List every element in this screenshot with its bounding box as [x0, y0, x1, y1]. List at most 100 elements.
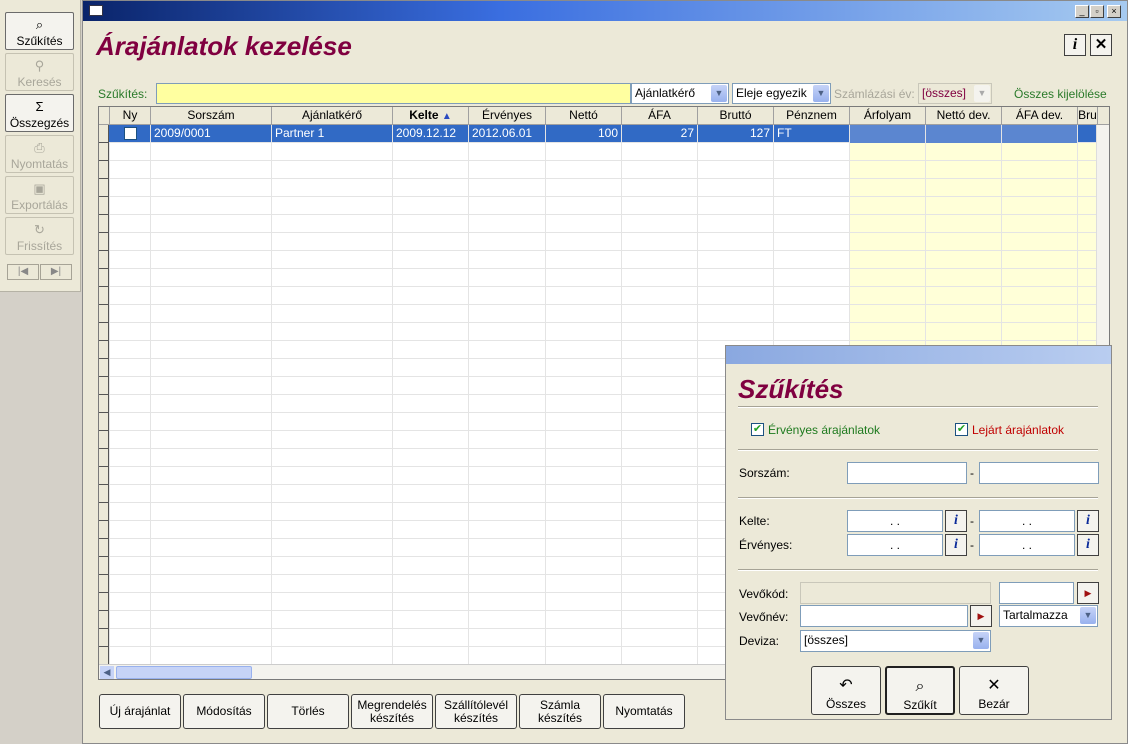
close-form-button[interactable]: ✕: [1090, 34, 1112, 56]
export-button[interactable]: ▣ Exportálás: [5, 176, 74, 214]
column-header[interactable]: Bruttó: [698, 107, 774, 125]
row-selector[interactable]: [99, 341, 109, 359]
row-selector[interactable]: [99, 125, 109, 143]
column-header[interactable]: Nettó dev.: [926, 107, 1002, 125]
customer-code-input[interactable]: [800, 582, 991, 604]
new-quote-button[interactable]: Új árajánlat: [99, 694, 181, 729]
row-selector[interactable]: [99, 269, 109, 287]
restore-button[interactable]: ▫: [1090, 5, 1104, 18]
currency-select[interactable]: [összes] ▼: [800, 630, 991, 652]
nav-first-button[interactable]: |◀: [7, 264, 39, 280]
column-header[interactable]: Ajánlatkérő: [272, 107, 393, 125]
print-button[interactable]: ⎙ Nyomtatás: [5, 135, 74, 173]
customer-name-lookup-button[interactable]: ▶: [970, 605, 992, 627]
refresh-button[interactable]: ↻ Frissítés: [5, 217, 74, 255]
row-selector[interactable]: [99, 431, 109, 449]
filter-field-select[interactable]: Ajánlatkérő ▼: [631, 83, 729, 104]
search-button[interactable]: ⚲ Keresés: [5, 53, 74, 91]
column-header[interactable]: ÁFA: [622, 107, 698, 125]
kelte-to-info-button[interactable]: i: [1077, 510, 1099, 532]
column-header[interactable]: Bru: [1078, 107, 1098, 125]
sorszam-from-input[interactable]: [847, 462, 967, 484]
column-header[interactable]: ÁFA dev.: [1002, 107, 1078, 125]
row-selector[interactable]: [99, 233, 109, 251]
customer-name-match-select[interactable]: Tartalmazza ▼: [999, 605, 1098, 627]
customer-code-lookup-button[interactable]: ▶: [1077, 582, 1099, 604]
row-selector[interactable]: [99, 323, 109, 341]
table-row[interactable]: 2009/0001 Partner 1 2009.12.12 2012.06.0…: [99, 125, 1096, 143]
row-selector[interactable]: [99, 161, 109, 179]
summary-button[interactable]: Σ Összegzés: [5, 94, 74, 132]
valid-quotes-checkbox[interactable]: ✔: [751, 423, 764, 436]
row-selector[interactable]: [99, 539, 109, 557]
ervenyes-to-info-button[interactable]: i: [1077, 534, 1099, 556]
scroll-left-icon[interactable]: ◀: [100, 666, 114, 679]
row-selector[interactable]: [99, 575, 109, 593]
customer-name-input[interactable]: [800, 605, 968, 627]
column-header-sorted[interactable]: Kelte ▲: [393, 107, 469, 125]
row-selector[interactable]: [99, 611, 109, 629]
create-order-button[interactable]: Megrendelés készítés: [351, 694, 433, 729]
ervenyes-from-input[interactable]: . .: [847, 534, 943, 556]
kelte-from-info-button[interactable]: i: [945, 510, 967, 532]
kelte-label: Kelte:: [739, 514, 770, 528]
row-selector[interactable]: [99, 467, 109, 485]
column-header[interactable]: Ny: [110, 107, 151, 125]
row-selector[interactable]: [99, 521, 109, 539]
kelte-from-input[interactable]: . .: [847, 510, 943, 532]
customer-code-lookup-input[interactable]: [999, 582, 1074, 604]
dialog-close-button[interactable]: ✕ Bezár: [959, 666, 1029, 715]
ervenyes-to-input[interactable]: . .: [979, 534, 1075, 556]
minimize-button[interactable]: _: [1075, 5, 1089, 18]
ervenyes-from-info-button[interactable]: i: [945, 534, 967, 556]
nav-last-button[interactable]: ▶|: [40, 264, 72, 280]
column-header[interactable]: Árfolyam: [850, 107, 926, 125]
window-close-button[interactable]: ×: [1107, 5, 1121, 18]
row-selector[interactable]: [99, 197, 109, 215]
apply-filter-button[interactable]: ⌕ Szűkít: [885, 666, 955, 715]
expired-quotes-checkbox[interactable]: ✔: [955, 423, 968, 436]
select-all-link[interactable]: Összes kijelölése: [1014, 87, 1107, 101]
grid-row-line: [99, 232, 1096, 233]
row-selector[interactable]: [99, 215, 109, 233]
create-delivery-note-button[interactable]: Szállítólevél készítés: [435, 694, 517, 729]
row-selector[interactable]: [99, 557, 109, 575]
row-selector[interactable]: [99, 305, 109, 323]
column-header[interactable]: Érvényes: [469, 107, 546, 125]
row-selector[interactable]: [99, 593, 109, 611]
column-header[interactable]: Pénznem: [774, 107, 850, 125]
filter-input[interactable]: [156, 83, 631, 104]
row-selector[interactable]: [99, 395, 109, 413]
sorszam-to-input[interactable]: [979, 462, 1099, 484]
row-selector[interactable]: [99, 251, 109, 269]
row-selector[interactable]: [99, 485, 109, 503]
modify-button[interactable]: Módosítás: [183, 694, 265, 729]
row-selector[interactable]: [99, 647, 109, 665]
row-selector[interactable]: [99, 179, 109, 197]
row-selector[interactable]: [99, 413, 109, 431]
row-selector[interactable]: [99, 359, 109, 377]
filter-button[interactable]: ⌕ Szűkítés: [5, 12, 74, 50]
column-header[interactable]: Sorszám: [151, 107, 272, 125]
create-invoice-button[interactable]: Számla készítés: [519, 694, 601, 729]
row-selector[interactable]: [99, 629, 109, 647]
billing-year-select[interactable]: [összes] ▼: [918, 83, 992, 104]
row-selector[interactable]: [99, 287, 109, 305]
scroll-thumb[interactable]: [116, 666, 252, 679]
dialog-titlebar[interactable]: [726, 346, 1111, 364]
column-header[interactable]: Nettó: [546, 107, 622, 125]
cell-ajanlatkero: Partner 1: [272, 125, 393, 143]
row-selector[interactable]: [99, 377, 109, 395]
delete-button[interactable]: Törlés: [267, 694, 349, 729]
row-selector[interactable]: [99, 143, 109, 161]
row-selector[interactable]: [99, 449, 109, 467]
info-button[interactable]: i: [1064, 34, 1086, 56]
print-list-button[interactable]: Nyomtatás: [603, 694, 685, 729]
valid-quotes-label[interactable]: Érvényes árajánlatok: [768, 423, 880, 437]
reset-all-button[interactable]: ↶ Összes: [811, 666, 881, 715]
expired-quotes-label[interactable]: Lejárt árajánlatok: [972, 423, 1064, 437]
match-mode-select[interactable]: Eleje egyezik ▼: [732, 83, 831, 104]
kelte-to-input[interactable]: . .: [979, 510, 1075, 532]
row-selector[interactable]: [99, 503, 109, 521]
row-checkbox[interactable]: [123, 127, 137, 140]
